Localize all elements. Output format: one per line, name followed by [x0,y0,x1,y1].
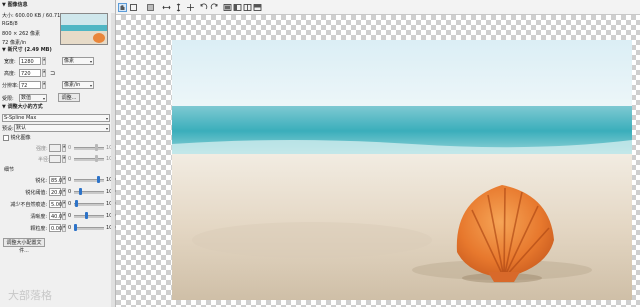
width-label: 宽度: [4,59,16,65]
radius-label: 半径: [38,157,50,163]
detail-slider-thumb[interactable] [74,224,77,231]
new-size-section-header[interactable]: ▼ 新尺寸 (2.49 MB) [2,46,52,55]
strength-slider-track[interactable] [74,147,104,150]
detail-spinner[interactable]: ▲ [62,188,66,196]
detail-label: 颗粒度: [30,226,47,232]
strength-slider-thumb[interactable] [95,144,98,151]
unit-select[interactable]: 像素 ▾ [62,57,94,65]
radius-spinner[interactable]: ▲ [62,155,66,163]
resolution-label: 分辨率: [2,83,19,89]
crop-tool-icon[interactable] [129,3,138,12]
info-resolution: 72 像素/in [2,40,27,46]
detail-slider-thumb[interactable] [97,176,100,183]
preview-thumbnail [60,13,108,45]
detail-label: 锐化: [35,178,47,184]
strength-label: 强度: [36,146,48,152]
beach-photo [172,40,632,300]
resolution-unit-select[interactable]: 像素/in ▾ [62,81,94,89]
checkbox-icon [3,134,9,141]
detail-value-input[interactable]: 5.00 [49,200,62,208]
radius-slider-track[interactable] [74,158,104,161]
resample-method-select[interactable]: S-Spline Max ▾ [2,114,110,122]
detail-slider-thumb[interactable] [79,188,82,195]
strength-min: 0 [68,145,72,151]
resolution-input[interactable]: 72 [19,81,41,89]
hand-tool-icon[interactable] [118,3,127,12]
preset-select[interactable]: 默认 ▾ [14,124,110,132]
resample-section-header[interactable]: ▼ 调整大小的方式 [2,103,43,112]
fit-label: 受限: [2,96,14,102]
detail-min: 0 [68,213,72,219]
preset-label: 预设: [2,126,14,132]
detail-value-input[interactable]: 20.00 [49,188,65,196]
detail-label: 锐化阈值: [25,190,47,196]
chevron-down-icon: ▾ [105,126,108,131]
detail-value-input[interactable]: 85.00 [49,176,65,184]
detail-slider-track[interactable] [74,203,104,206]
radius-input[interactable] [49,155,61,163]
chevron-down-icon: ▾ [105,116,108,121]
detail-min: 0 [68,201,72,207]
detail-spinner[interactable]: ▲ [62,200,66,208]
panel-scrollbar[interactable] [111,13,115,307]
info-size: 大小: 600.00 KB / 60.71 KB [2,13,69,19]
view-split-vertical-icon[interactable] [233,3,242,12]
detail-min: 0 [68,189,72,195]
watermark-text: 大部落格 [8,289,52,302]
strength-input[interactable] [49,144,61,152]
detail-slider-track[interactable] [74,227,104,230]
rotate-left-icon[interactable] [199,3,208,12]
fit-vertical-icon[interactable] [174,3,183,12]
chevron-down-icon: ▾ [89,59,92,64]
detail-value-input[interactable]: 0.00 [49,224,62,232]
view-single-icon[interactable] [223,3,232,12]
fit-select[interactable]: 数值 ▾ [19,94,47,102]
detail-value-input[interactable]: 40.00 [49,212,65,220]
height-input[interactable]: 720 [19,69,41,77]
detail-spinner[interactable]: ▲ [62,212,66,220]
strength-spinner[interactable]: ▲ [62,144,66,152]
thumbnail-image [61,14,107,44]
height-spinner[interactable]: ▲ [42,69,46,77]
detail-slider-track[interactable] [74,215,104,218]
radius-min: 0 [68,156,72,162]
sharpen-checkbox[interactable]: 锐化图像 [3,134,31,141]
height-label: 高度: [4,71,16,77]
info-section-header[interactable]: ▼ 图像信息 [2,1,28,10]
detail-label: 清晰度: [30,214,47,220]
view-split-both-icon[interactable] [243,3,252,12]
view-split-horizontal-icon[interactable] [253,3,262,12]
preview-image[interactable] [172,40,632,300]
adjust-button[interactable]: 调整... [58,93,80,102]
info-dimensions: 800 × 262 像素 [2,31,41,37]
chevron-down-icon: ▾ [42,96,45,101]
link-icon[interactable]: ⊐ [50,70,55,77]
detail-min: 0 [68,177,72,183]
fit-both-icon[interactable] [186,3,195,12]
detail-slider-thumb[interactable] [75,200,78,207]
detail-spinner[interactable]: ▲ [62,224,66,232]
resolution-spinner[interactable]: ▲ [42,81,46,89]
rotate-right-icon[interactable] [210,3,219,12]
toolbar [116,0,640,15]
detail-min: 0 [68,225,72,231]
radius-slider-thumb[interactable] [95,155,98,162]
width-input[interactable]: 1280 [19,57,41,65]
resize-profile-button[interactable]: 调整大小配置文件... [3,238,45,254]
details-section-title: 细节 [4,167,15,173]
settings-panel: ▼ 图像信息 大小: 600.00 KB / 60.71 KB RGB/8 80… [0,0,116,307]
chevron-down-icon: ▾ [89,83,92,88]
detail-slider-thumb[interactable] [85,212,88,219]
detail-spinner[interactable]: ▲ [62,176,66,184]
detail-label: 减少不自然痕迹: [10,202,47,208]
info-color-mode: RGB/8 [2,21,18,27]
fit-horizontal-icon[interactable] [162,3,171,12]
width-spinner[interactable]: ▲ [42,57,46,65]
selection-tool-icon[interactable] [146,3,155,12]
